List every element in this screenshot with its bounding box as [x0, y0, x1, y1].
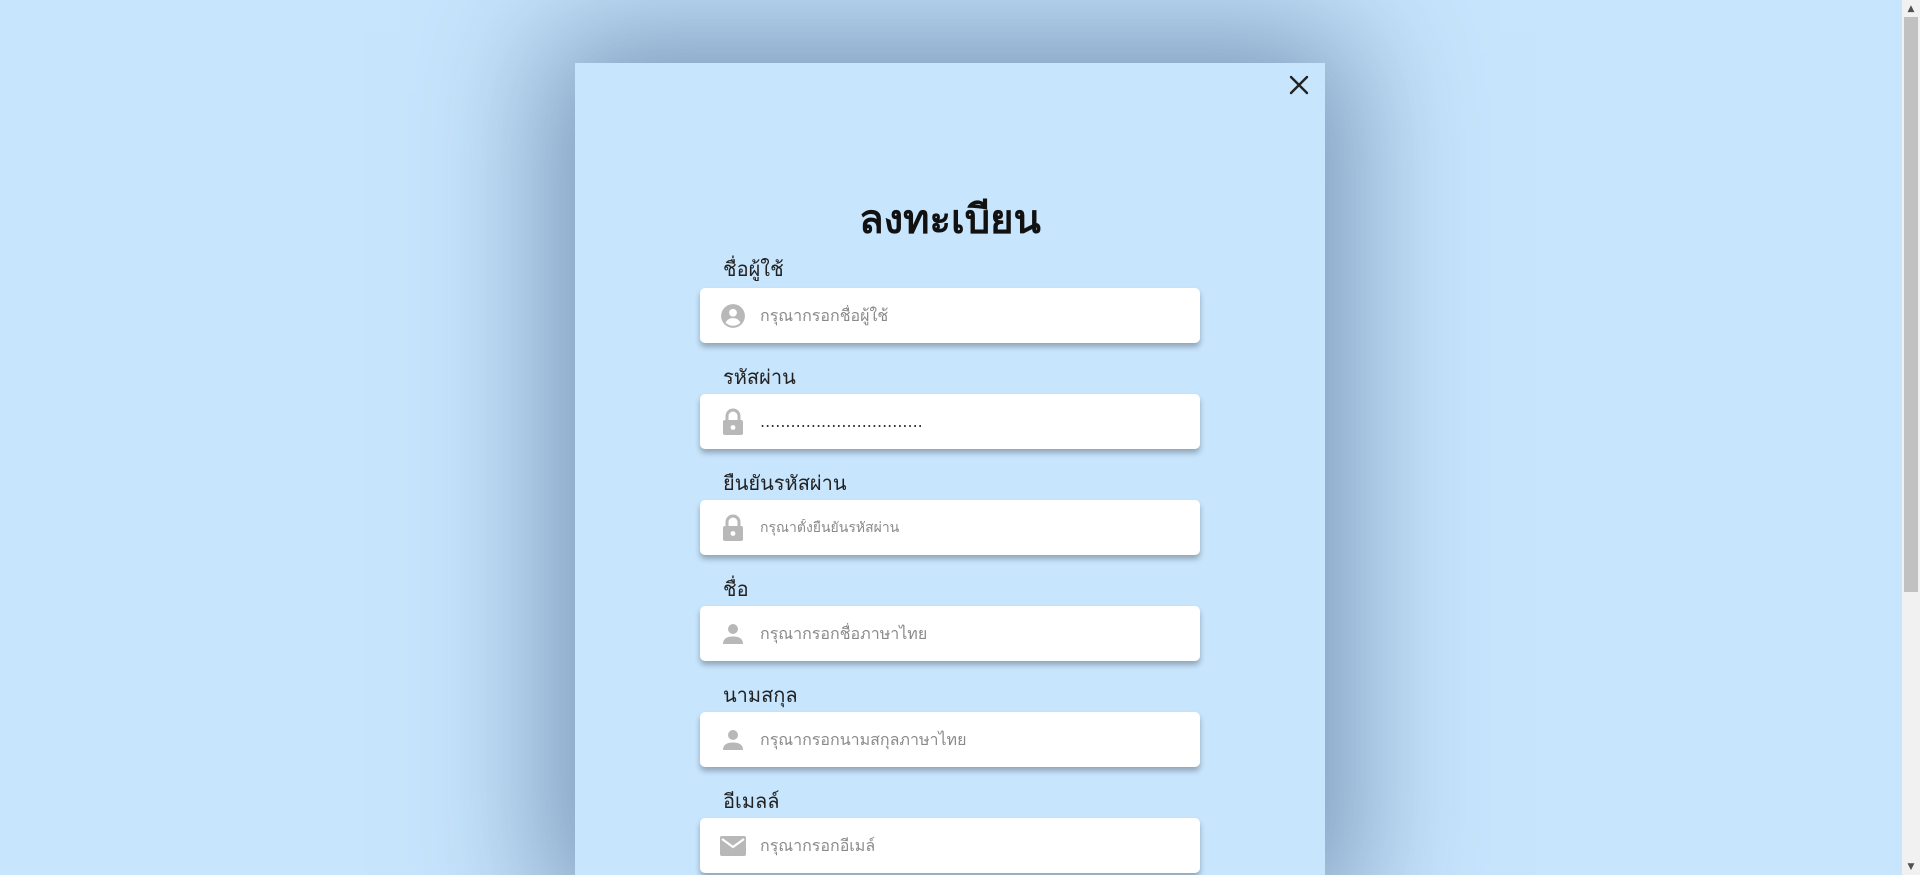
confirm-password-label: ยืนยันรหัสผ่าน	[723, 471, 847, 495]
first-name-input[interactable]	[758, 623, 1182, 644]
account-circle-icon	[718, 301, 748, 331]
confirm-password-field-box	[700, 500, 1200, 555]
email-input[interactable]	[758, 835, 1182, 856]
username-label: ชื่อผู้ใช้	[723, 257, 784, 281]
close-icon	[1289, 75, 1309, 95]
scroll-down-arrow-icon[interactable]: ▼	[1902, 858, 1920, 875]
scrollbar[interactable]: ▲ ▼	[1902, 0, 1920, 875]
lock-icon	[718, 407, 748, 437]
username-input[interactable]	[758, 305, 1182, 326]
first-name-label: ชื่อ	[723, 577, 749, 601]
close-button[interactable]	[1285, 71, 1313, 99]
username-field-box	[700, 288, 1200, 343]
lock-icon	[718, 513, 748, 543]
page: ลงทะเบียน ชื่อผู้ใช้ รหัสผ่าน	[0, 0, 1920, 875]
page-title: ลงทะเบียน	[859, 197, 1041, 243]
password-field-box	[700, 394, 1200, 449]
register-modal: ลงทะเบียน ชื่อผู้ใช้ รหัสผ่าน	[575, 63, 1325, 875]
first-name-field-box	[700, 606, 1200, 661]
last-name-field-box	[700, 712, 1200, 767]
mail-icon	[718, 831, 748, 861]
email-field-box	[700, 818, 1200, 873]
person-icon	[718, 619, 748, 649]
email-label: อีเมลล์	[723, 789, 780, 813]
scrollbar-thumb[interactable]	[1904, 17, 1918, 592]
scroll-up-arrow-icon[interactable]: ▲	[1902, 0, 1920, 17]
last-name-label: นามสกุล	[723, 683, 798, 707]
password-label: รหัสผ่าน	[723, 365, 796, 389]
password-input[interactable]	[758, 411, 1182, 432]
confirm-password-input[interactable]	[758, 518, 1182, 537]
last-name-input[interactable]	[758, 729, 1182, 750]
person-icon	[718, 725, 748, 755]
